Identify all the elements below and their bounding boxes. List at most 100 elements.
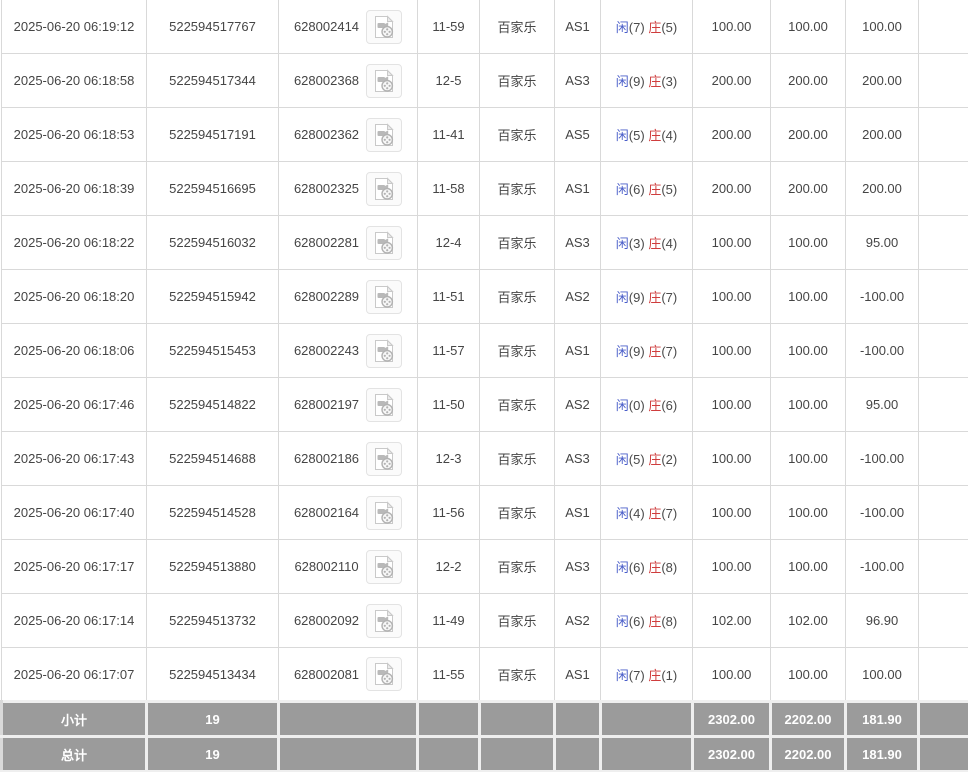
round-id-cell: 628002081: [279, 648, 418, 702]
table-row: 2025-06-20 06:17:17522594513880628002110…: [2, 540, 968, 594]
player-score: (6): [629, 182, 645, 197]
bet-amount: 100.00: [693, 378, 771, 432]
video-replay-icon: [373, 177, 395, 201]
banker-result-label: 庄: [648, 74, 661, 89]
video-replay-button[interactable]: [366, 388, 402, 422]
summary-count: 19: [147, 737, 279, 772]
table-row: 2025-06-20 06:18:39522594516695628002325…: [2, 162, 968, 216]
banker-score: (6): [661, 398, 677, 413]
subtotal-row: 小计192302.002202.00181.90: [2, 702, 968, 737]
valid-amount: 100.00: [771, 648, 846, 702]
round-number: 11-56: [418, 486, 480, 540]
round-id-cell: 628002092: [279, 594, 418, 648]
round-number: 11-50: [418, 378, 480, 432]
bet-id: 522594513732: [147, 594, 279, 648]
round-id-wrap: 628002325: [281, 172, 415, 206]
round-id-wrap: 628002281: [281, 226, 415, 260]
round-id: 628002243: [294, 343, 359, 358]
player-result-label: 闲: [616, 560, 629, 575]
round-id-cell: 628002164: [279, 486, 418, 540]
game-type: 百家乐: [480, 324, 555, 378]
round-id-wrap: 628002081: [281, 657, 415, 691]
summary-empty-cell: [279, 737, 418, 772]
video-replay-button[interactable]: [366, 657, 402, 691]
player-score: (6): [629, 560, 645, 575]
round-id-cell: 628002186: [279, 432, 418, 486]
empty-cell: [919, 54, 968, 108]
table-row: 2025-06-20 06:18:20522594515942628002289…: [2, 270, 968, 324]
table-code: AS3: [555, 432, 601, 486]
summary-empty-cell: [601, 702, 693, 737]
table-row: 2025-06-20 06:17:14522594513732628002092…: [2, 594, 968, 648]
bet-id: 522594517344: [147, 54, 279, 108]
video-replay-button[interactable]: [366, 442, 402, 476]
empty-cell: [919, 648, 968, 702]
player-result-label: 闲: [616, 506, 629, 521]
game-result: 闲(3) 庄(4): [601, 216, 693, 270]
bet-time: 2025-06-20 06:17:17: [2, 540, 147, 594]
video-replay-button[interactable]: [366, 604, 402, 638]
game-result: 闲(0) 庄(6): [601, 378, 693, 432]
round-id-wrap: 628002092: [281, 604, 415, 638]
bet-time: 2025-06-20 06:17:14: [2, 594, 147, 648]
bet-id: 522594514528: [147, 486, 279, 540]
win-loss-amount: -100.00: [846, 540, 919, 594]
game-result: 闲(7) 庄(1): [601, 648, 693, 702]
game-type: 百家乐: [480, 216, 555, 270]
video-replay-button[interactable]: [366, 496, 402, 530]
valid-amount: 100.00: [771, 270, 846, 324]
player-score: (9): [629, 290, 645, 305]
table-code: AS3: [555, 540, 601, 594]
player-result-label: 闲: [616, 128, 629, 143]
round-number: 11-55: [418, 648, 480, 702]
win-loss-amount: -100.00: [846, 324, 919, 378]
video-replay-button[interactable]: [366, 226, 402, 260]
round-id-cell: 628002368: [279, 54, 418, 108]
video-replay-icon: [373, 69, 395, 93]
round-number: 11-57: [418, 324, 480, 378]
video-replay-icon: [373, 231, 395, 255]
video-replay-button[interactable]: [366, 64, 402, 98]
video-replay-button[interactable]: [366, 550, 402, 584]
round-number: 11-49: [418, 594, 480, 648]
banker-result-label: 庄: [648, 668, 661, 683]
player-score: (5): [629, 452, 645, 467]
table-row: 2025-06-20 06:17:40522594514528628002164…: [2, 486, 968, 540]
round-number: 12-3: [418, 432, 480, 486]
round-id: 628002362: [294, 127, 359, 142]
empty-cell: [919, 108, 968, 162]
round-number: 12-4: [418, 216, 480, 270]
win-loss-amount: 96.90: [846, 594, 919, 648]
round-id-cell: 628002281: [279, 216, 418, 270]
banker-score: (3): [661, 74, 677, 89]
video-replay-button[interactable]: [366, 334, 402, 368]
win-loss-amount: -100.00: [846, 432, 919, 486]
round-id-cell: 628002414: [279, 0, 418, 54]
player-result-label: 闲: [616, 668, 629, 683]
round-id-wrap: 628002289: [281, 280, 415, 314]
video-replay-button[interactable]: [366, 118, 402, 152]
bet-history-panel: 2025-06-20 06:19:12522594517767628002414…: [0, 0, 968, 772]
round-number: 11-58: [418, 162, 480, 216]
game-type: 百家乐: [480, 594, 555, 648]
bet-time: 2025-06-20 06:17:46: [2, 378, 147, 432]
table-row: 2025-06-20 06:18:06522594515453628002243…: [2, 324, 968, 378]
table-code: AS1: [555, 0, 601, 54]
round-number: 12-2: [418, 540, 480, 594]
video-replay-button[interactable]: [366, 172, 402, 206]
win-loss-amount: 100.00: [846, 0, 919, 54]
table-row: 2025-06-20 06:18:58522594517344628002368…: [2, 54, 968, 108]
valid-amount: 102.00: [771, 594, 846, 648]
round-id-wrap: 628002243: [281, 334, 415, 368]
bet-time: 2025-06-20 06:18:53: [2, 108, 147, 162]
round-id-wrap: 628002164: [281, 496, 415, 530]
empty-cell: [919, 540, 968, 594]
video-replay-button[interactable]: [366, 10, 402, 44]
table-code: AS3: [555, 54, 601, 108]
valid-amount: 100.00: [771, 432, 846, 486]
video-replay-icon: [373, 285, 395, 309]
round-id: 628002197: [294, 397, 359, 412]
video-replay-button[interactable]: [366, 280, 402, 314]
round-id-cell: 628002362: [279, 108, 418, 162]
summary-empty-cell: [555, 702, 601, 737]
